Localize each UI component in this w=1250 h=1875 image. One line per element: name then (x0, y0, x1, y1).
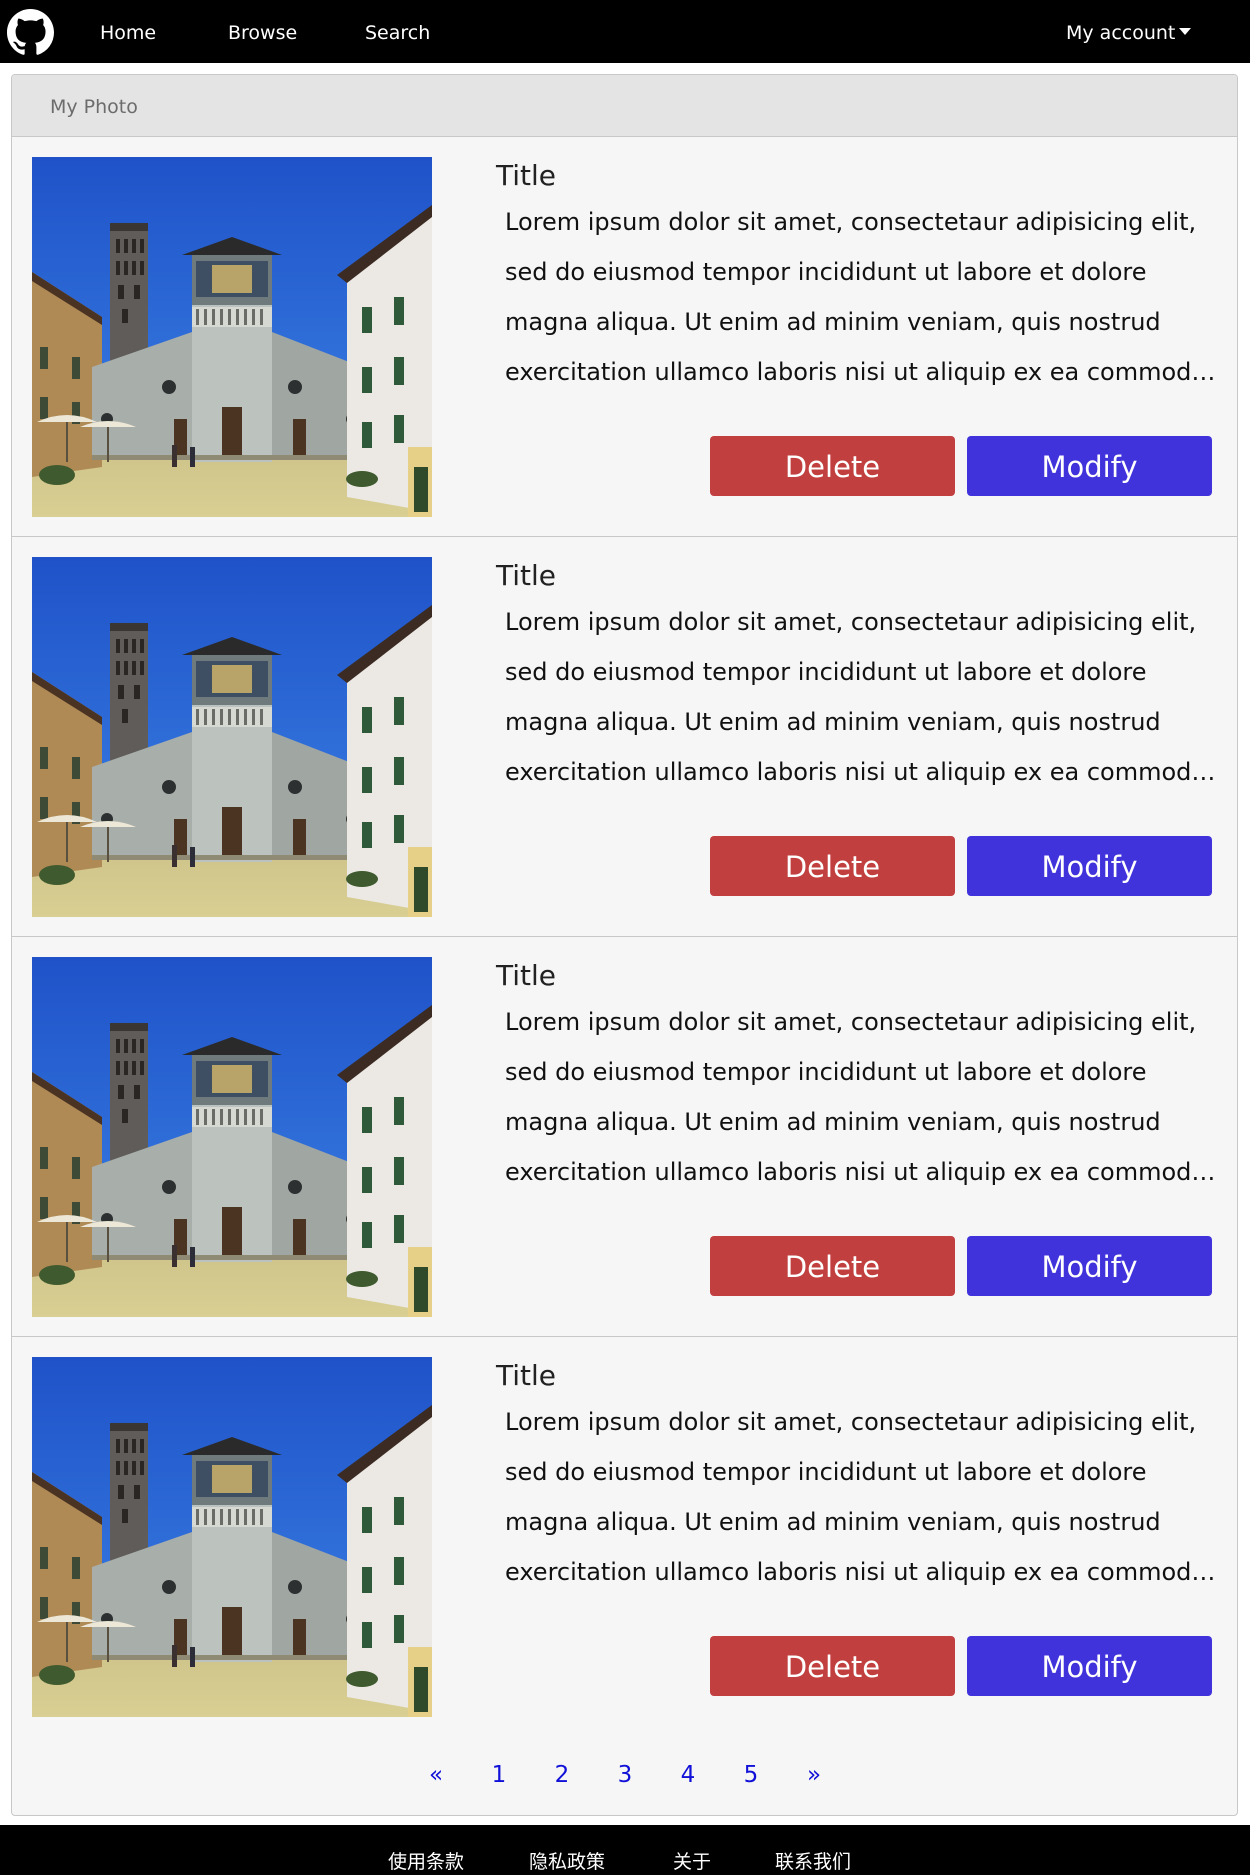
church-photo (32, 1357, 432, 1717)
top-navbar: Home Browse Search My account (0, 0, 1250, 63)
my-photo-card: My Photo Title Lorem ipsum dolor sit ame… (11, 74, 1238, 1816)
photo-list-item: Title Lorem ipsum dolor sit amet, consec… (12, 1337, 1237, 1737)
nav-browse-link[interactable]: Browse (228, 0, 297, 63)
page-next-link[interactable]: » (799, 1755, 829, 1795)
church-photo (32, 557, 432, 917)
photo-description: Lorem ipsum dolor sit amet, consectetaur… (505, 208, 1207, 386)
my-account-label: My account (1066, 22, 1176, 44)
page-link-2[interactable]: 2 (547, 1755, 577, 1795)
my-account-dropdown[interactable]: My account (1066, 0, 1192, 63)
photo-thumbnail[interactable] (32, 557, 432, 917)
modify-button[interactable]: Modify (967, 436, 1212, 496)
page-link-3[interactable]: 3 (610, 1755, 640, 1795)
pagination: « 1 2 3 4 5 » (12, 1755, 1237, 1795)
modify-button[interactable]: Modify (967, 1636, 1212, 1696)
page-link-4[interactable]: 4 (673, 1755, 703, 1795)
photo-list-item: Title Lorem ipsum dolor sit amet, consec… (12, 937, 1237, 1337)
footer-privacy-link[interactable]: 隐私政策 (529, 1847, 605, 1874)
photo-description: Lorem ipsum dolor sit amet, consectetaur… (505, 608, 1207, 786)
nav-search-link[interactable]: Search (365, 0, 430, 63)
church-photo (32, 157, 432, 517)
delete-button[interactable]: Delete (710, 1236, 955, 1296)
card-header-title: My Photo (50, 96, 138, 118)
caret-down-icon (1179, 28, 1192, 35)
page-link-1[interactable]: 1 (484, 1755, 514, 1795)
photo-description: Lorem ipsum dolor sit amet, consectetaur… (505, 1008, 1207, 1186)
card-header: My Photo (12, 75, 1237, 137)
footer-contact-link[interactable]: 联系我们 (775, 1847, 851, 1874)
page-link-5[interactable]: 5 (736, 1755, 766, 1795)
photo-description: Lorem ipsum dolor sit amet, consectetaur… (505, 1408, 1207, 1586)
delete-button[interactable]: Delete (710, 436, 955, 496)
modify-button[interactable]: Modify (967, 1236, 1212, 1296)
photo-list-item: Title Lorem ipsum dolor sit amet, consec… (12, 537, 1237, 937)
delete-button[interactable]: Delete (710, 836, 955, 896)
nav-home-link[interactable]: Home (100, 0, 156, 63)
photo-title: Title (496, 1359, 557, 1392)
delete-button[interactable]: Delete (710, 1636, 955, 1696)
photo-list-item: Title Lorem ipsum dolor sit amet, consec… (12, 137, 1237, 537)
photo-title: Title (496, 159, 557, 192)
footer-terms-link[interactable]: 使用条款 (388, 1847, 464, 1874)
page-prev-link[interactable]: « (421, 1755, 451, 1795)
church-photo (32, 957, 432, 1317)
photo-thumbnail[interactable] (32, 157, 432, 517)
github-icon[interactable] (7, 9, 54, 56)
photo-thumbnail[interactable] (32, 957, 432, 1317)
photo-title: Title (496, 959, 557, 992)
footer-about-link[interactable]: 关于 (673, 1847, 711, 1874)
photo-thumbnail[interactable] (32, 1357, 432, 1717)
modify-button[interactable]: Modify (967, 836, 1212, 896)
photo-title: Title (496, 559, 557, 592)
page-footer: 使用条款 隐私政策 关于 联系我们 (0, 1825, 1250, 1875)
